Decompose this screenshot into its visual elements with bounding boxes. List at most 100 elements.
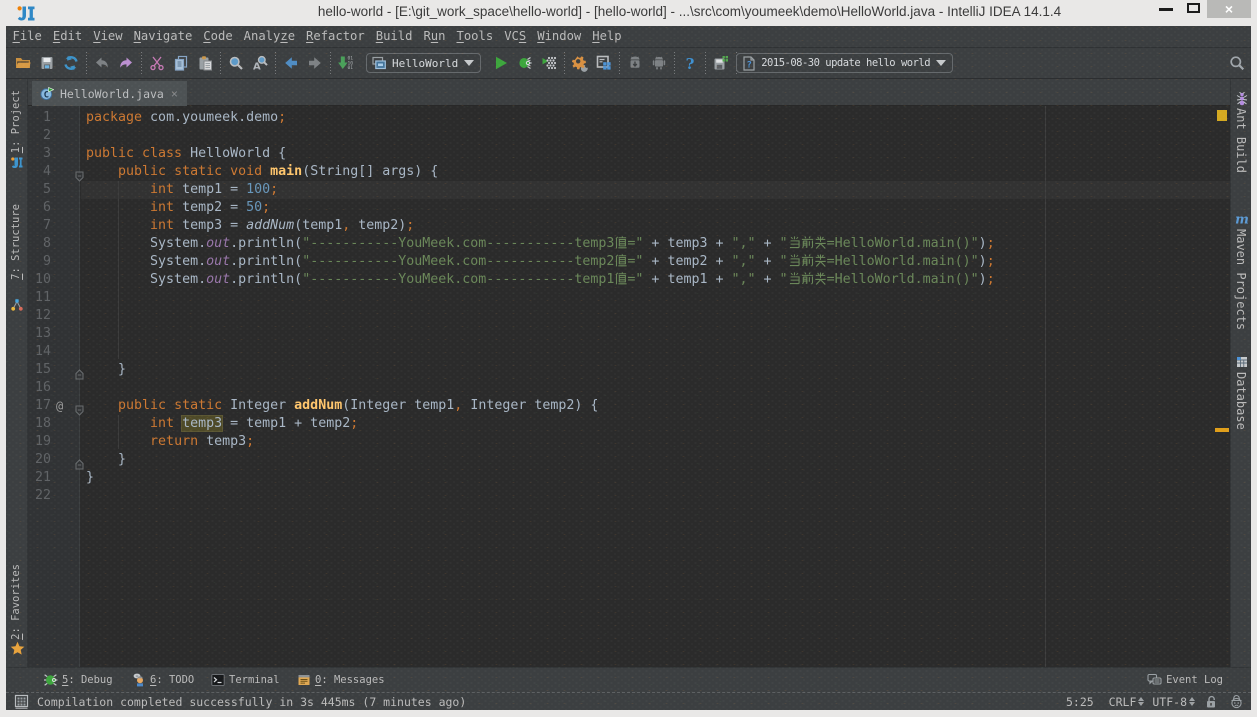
back-button[interactable] xyxy=(279,51,303,75)
replace-button[interactable]: A xyxy=(248,51,272,75)
toolwindow-button-event-log[interactable]: Event Log xyxy=(1147,673,1223,687)
code-token-kw: int xyxy=(150,416,174,431)
stripe-button-maven-projects[interactable]: Maven Projects xyxy=(1234,229,1248,330)
stripe-button-ant-build[interactable]: Ant Build xyxy=(1234,108,1248,173)
save-all-button[interactable] xyxy=(35,51,59,75)
project-toolwindow-icon[interactable] xyxy=(10,156,24,170)
find-button[interactable] xyxy=(224,51,248,75)
menu-run[interactable]: Run xyxy=(418,26,451,47)
sync-android-button[interactable] xyxy=(623,51,647,75)
line-number: 5 xyxy=(28,181,51,199)
stripe-button-database[interactable]: Database xyxy=(1234,372,1248,430)
bottom-toolwindow-bar: 5: Debug =6: TODO Terminal 0: Messages Event… xyxy=(6,667,1251,692)
menu-window[interactable]: Window xyxy=(532,26,587,47)
toolwindow-button-messages[interactable]: 0: Messages xyxy=(297,673,385,687)
code-token-num: 100 xyxy=(246,182,270,197)
code-token-kw: public static xyxy=(118,398,222,413)
structure-toolwindow-icon[interactable] xyxy=(10,298,24,312)
toolwindow-button-todo[interactable]: =6: TODO xyxy=(132,673,194,687)
stripe-button-project[interactable]: 1: Project xyxy=(10,90,22,153)
menu-vcs[interactable]: VCS xyxy=(499,26,532,47)
ant-icon[interactable] xyxy=(1235,92,1249,106)
encoding-widget[interactable]: UTF-8 xyxy=(1152,695,1195,709)
synchronize-button[interactable] xyxy=(59,51,83,75)
hector-inspections-icon[interactable] xyxy=(1229,694,1244,709)
error-stripe-mark[interactable] xyxy=(1215,428,1229,432)
open-folder-button[interactable] xyxy=(11,51,35,75)
close-button[interactable]: × xyxy=(1207,0,1251,18)
fold-marker-up[interactable] xyxy=(75,455,84,474)
maximize-button[interactable] xyxy=(1183,0,1205,17)
cjk-char xyxy=(614,236,627,249)
code-token-pl xyxy=(174,416,182,431)
code-editor[interactable]: 1package com.youmeek.demo;23public class… xyxy=(28,106,1230,667)
menu-help[interactable]: Help xyxy=(587,26,627,47)
vcs-changelist-combobox[interactable]: ?2015-08-30 update hello world xyxy=(736,53,953,73)
run-config-combobox[interactable]: HelloWorld xyxy=(366,53,481,73)
line-number: 6 xyxy=(28,199,51,217)
minimize-button[interactable] xyxy=(1155,0,1181,17)
menu-analyze[interactable]: Analyze xyxy=(238,26,300,47)
fold-marker-down[interactable] xyxy=(75,401,84,420)
cut-button[interactable] xyxy=(145,51,169,75)
updown-arrows-icon xyxy=(1189,697,1195,706)
project-structure-button[interactable] xyxy=(592,51,616,75)
menu-file[interactable]: File xyxy=(7,26,47,47)
inspection-status-indicator[interactable] xyxy=(1217,110,1227,121)
copy-button[interactable] xyxy=(169,51,193,75)
menu-view[interactable]: View xyxy=(88,26,128,47)
left-toolwindow-bar: 1: Project 7: Structure 2: Favorites xyxy=(6,79,28,667)
menu-tools[interactable]: Tools xyxy=(451,26,499,47)
tab-helloworld-java[interactable]: C HelloWorld.java × xyxy=(32,81,187,106)
code-line-3: public class HelloWorld { xyxy=(86,145,286,163)
undo-button[interactable] xyxy=(90,51,114,75)
line-number: 9 xyxy=(28,253,51,271)
run-button[interactable] xyxy=(489,51,513,75)
redo-button[interactable] xyxy=(114,51,138,75)
tab-close-icon[interactable]: × xyxy=(171,87,178,101)
stripe-button-structure[interactable]: 7: Structure xyxy=(10,204,22,280)
line-separator-widget[interactable]: CRLF xyxy=(1109,695,1145,709)
maven-icon[interactable]: m xyxy=(1235,212,1249,226)
favorites-star-icon[interactable] xyxy=(10,641,25,656)
debug-button[interactable] xyxy=(513,51,537,75)
menu-build[interactable]: Build xyxy=(370,26,418,47)
menu-edit[interactable]: Edit xyxy=(47,26,87,47)
android-monitor-button[interactable] xyxy=(647,51,671,75)
paste-button[interactable] xyxy=(193,51,217,75)
code-token-pl xyxy=(86,416,150,431)
menu-navigate[interactable]: Navigate xyxy=(128,26,198,47)
run-icon xyxy=(493,55,509,71)
annotation-gutter-icon[interactable]: @ xyxy=(56,397,63,415)
code-token-pl: temp1 = xyxy=(174,182,246,197)
coverage-button[interactable] xyxy=(537,51,561,75)
toolwindow-button-terminal[interactable]: Terminal xyxy=(211,673,280,687)
updown-arrows-icon xyxy=(1138,697,1144,706)
code-token-str: "-----------YouMeek.com-----------temp1=… xyxy=(302,272,643,287)
database-icon[interactable] xyxy=(1235,355,1249,369)
code-line-1: package com.youmeek.demo; xyxy=(86,109,286,127)
lock-icon[interactable] xyxy=(1205,695,1218,709)
code-token-pl: + xyxy=(756,272,780,287)
update-project-button[interactable]: 011001 xyxy=(334,51,358,75)
menu-bar: FileEditViewNavigateCodeAnalyzeRefactorB… xyxy=(6,26,1251,48)
code-token-pl xyxy=(262,164,270,179)
code-line-10: System.out.println("-----------YouMeek.c… xyxy=(86,271,995,289)
help-button[interactable]: ? xyxy=(678,51,702,75)
toolwindow-button-debug[interactable]: 5: Debug xyxy=(44,673,113,687)
caret-position-widget[interactable]: 5:25 xyxy=(1066,695,1094,709)
fold-marker-up[interactable] xyxy=(75,365,84,384)
settings-button[interactable] xyxy=(568,51,592,75)
fold-marker-down[interactable] xyxy=(75,167,84,186)
code-token-pl xyxy=(86,164,118,179)
stripe-button-favorites[interactable]: 2: Favorites xyxy=(10,564,22,640)
forward-button[interactable] xyxy=(303,51,327,75)
status-message: Compilation completed successfully in 3s… xyxy=(37,695,466,709)
menu-refactor[interactable]: Refactor xyxy=(301,26,371,47)
toolbar-separator xyxy=(674,52,675,74)
toggle-toolwindows-icon[interactable] xyxy=(14,694,29,709)
menu-code[interactable]: Code xyxy=(198,26,238,47)
search-everywhere-button[interactable] xyxy=(1225,51,1249,75)
code-token-pl: + temp2 + xyxy=(643,254,731,269)
commit-button[interactable] xyxy=(709,51,733,75)
